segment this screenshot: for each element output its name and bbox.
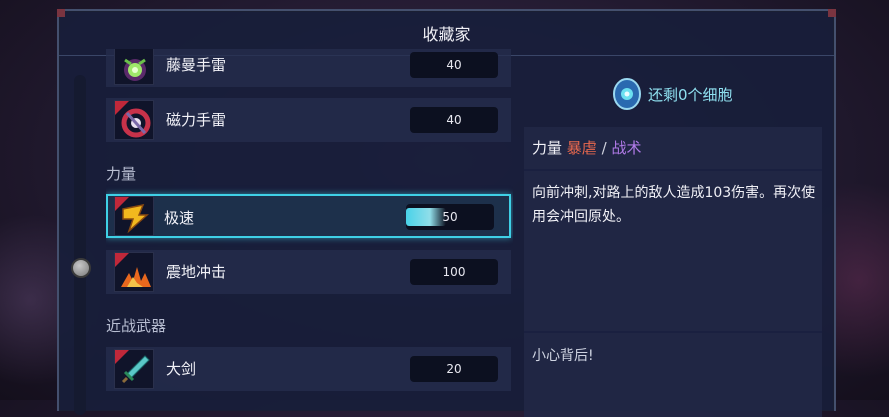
list-item[interactable]: 磁力手雷 40 <box>106 98 511 142</box>
cell-cost: 50 <box>406 204 494 230</box>
cell-icon <box>613 78 641 110</box>
cell-transfer-effect <box>406 208 446 226</box>
list-item[interactable]: 藤曼手雷 40 <box>106 49 511 87</box>
magnet-grenade-icon <box>114 100 154 140</box>
divider <box>524 169 822 171</box>
list-item[interactable]: 震地冲击 100 <box>106 250 511 294</box>
item-description: 向前冲刺,对路上的敌人造成103伤害。再次使用会冲回原处。 <box>532 185 816 225</box>
detail-panel: 还剩0个细胞 力量 暴虐 / 战术 向前冲刺,对路上的敌人造成103伤害。再次使… <box>524 49 822 417</box>
list-item-selected[interactable]: 极速 50 <box>106 194 511 238</box>
item-name: 藤曼手雷 <box>166 56 227 74</box>
cells-counter: 还剩0个细胞 <box>612 77 733 111</box>
item-name: 极速 <box>164 209 195 227</box>
section-header-power: 力量 <box>106 165 137 183</box>
tag-power: 力量 <box>532 139 563 157</box>
item-name: 磁力手雷 <box>166 111 227 129</box>
item-hint: 小心背后! <box>532 348 594 364</box>
tag-tactics: 战术 <box>611 139 642 157</box>
description-box: 力量 暴虐 / 战术 向前冲刺,对路上的敌人造成103伤害。再次使用会冲回原处。… <box>524 127 822 417</box>
item-tags: 力量 暴虐 / 战术 <box>532 137 641 158</box>
scrollbar-track[interactable] <box>74 75 86 415</box>
speed-icon <box>114 196 154 236</box>
tag-brutality: 暴虐 <box>566 139 597 157</box>
cell-cost: 40 <box>410 107 498 133</box>
vine-grenade-icon <box>114 49 154 85</box>
item-name: 震地冲击 <box>166 263 227 281</box>
cell-cost: 40 <box>410 52 498 78</box>
collector-panel: 收藏家 藤曼手雷 40 磁力手雷 40 力量 极速 50 震地冲击 100 近战… <box>57 9 836 417</box>
item-name: 大剑 <box>166 360 197 378</box>
list-item[interactable]: 大剑 20 <box>106 347 511 391</box>
section-header-melee: 近战武器 <box>106 317 167 335</box>
blueprint-list: 藤曼手雷 40 磁力手雷 40 力量 极速 50 震地冲击 100 近战武器 大… <box>106 49 513 411</box>
scrollbar-thumb[interactable] <box>71 258 91 278</box>
cell-cost: 20 <box>410 356 498 382</box>
ground-smash-icon <box>114 252 154 292</box>
divider <box>524 331 822 333</box>
cells-remaining-text: 还剩0个细胞 <box>648 85 733 104</box>
broadsword-icon <box>114 349 154 389</box>
cell-cost: 100 <box>410 259 498 285</box>
tag-separator: / <box>601 139 607 157</box>
